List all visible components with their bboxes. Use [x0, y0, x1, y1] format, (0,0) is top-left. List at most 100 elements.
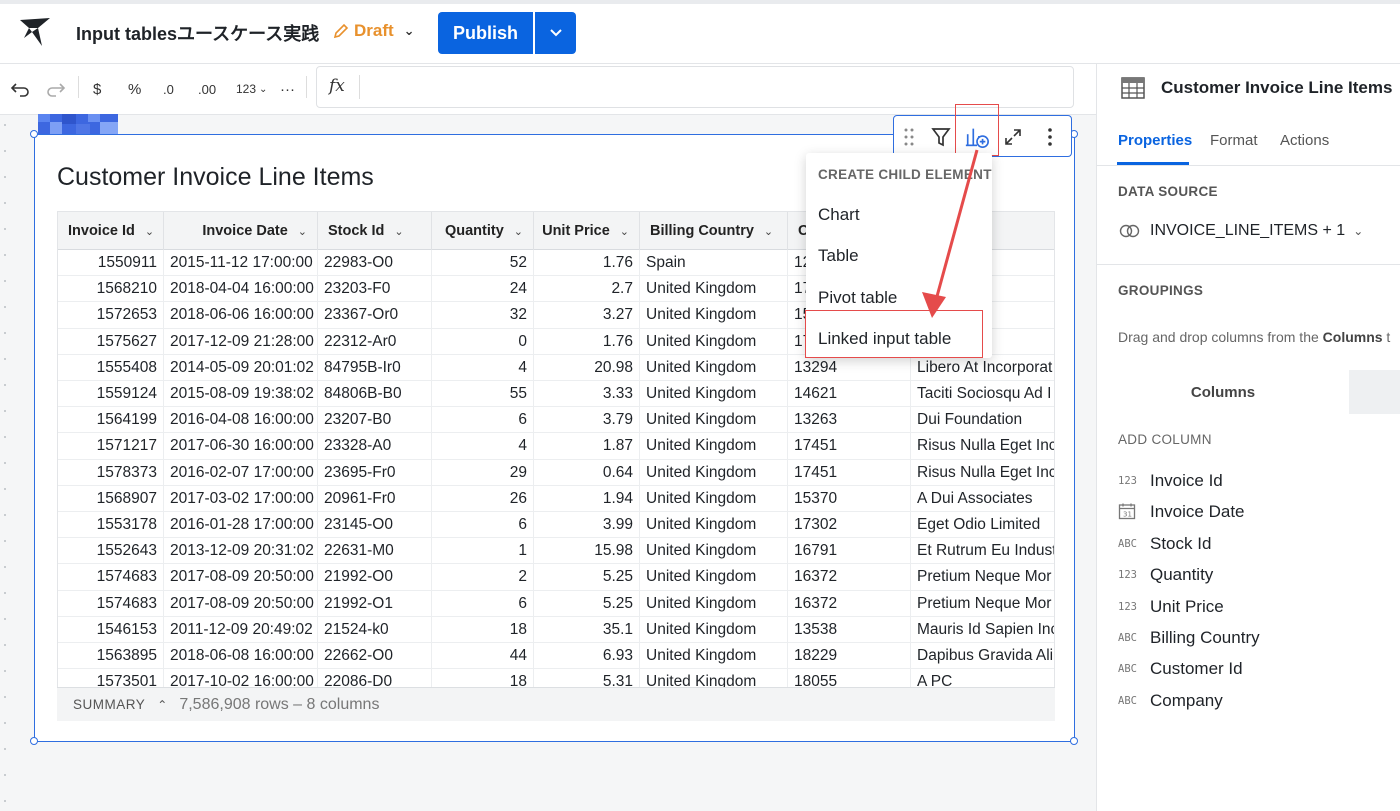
- table-cell[interactable]: 5.25: [534, 590, 640, 617]
- table-cell[interactable]: Eget Odio Limited: [911, 512, 1054, 538]
- table-cell[interactable]: 3.33: [534, 381, 640, 407]
- table-row[interactable]: 1559124 2015-08-09 19:38:02 84806B-B0 55 3.3…: [58, 381, 1054, 408]
- table-cell[interactable]: 2.7: [534, 276, 640, 303]
- table-cell[interactable]: United Kingdom: [640, 276, 788, 303]
- table-cell[interactable]: 2: [432, 564, 534, 591]
- column-header[interactable]: Unit Price ⌄: [534, 212, 640, 250]
- table-cell[interactable]: 1571217: [58, 433, 164, 460]
- table-cell[interactable]: 52: [432, 250, 534, 276]
- table-cell[interactable]: 2016-04-08 16:00:00: [164, 407, 318, 434]
- data-source-selector[interactable]: INVOICE_LINE_ITEMS + 1 ⌄: [1118, 222, 1363, 240]
- table-cell[interactable]: 1.76: [534, 328, 640, 355]
- table-cell[interactable]: 1568907: [58, 485, 164, 512]
- table-cell[interactable]: 1553178: [58, 512, 164, 538]
- resize-handle[interactable]: [30, 737, 38, 745]
- table-cell[interactable]: 1552643: [58, 538, 164, 565]
- table-cell[interactable]: 23207-B0: [318, 407, 432, 434]
- chevron-down-icon[interactable]: ⌄: [514, 225, 523, 238]
- table-cell[interactable]: 2017-06-30 16:00:00: [164, 433, 318, 460]
- resize-handle[interactable]: [30, 130, 38, 138]
- chevron-down-icon[interactable]: ⌄: [764, 225, 773, 238]
- table-cell[interactable]: Dapibus Gravida Ali: [911, 643, 1054, 669]
- table-cell[interactable]: United Kingdom: [640, 459, 788, 486]
- formula-bar[interactable]: fx: [316, 66, 1074, 108]
- drag-handle-icon[interactable]: [896, 124, 922, 150]
- column-header[interactable]: Stock Id ⌄: [318, 212, 432, 250]
- table-row[interactable]: 1578373 2016-02-07 17:00:00 23695-Fr0 29 0.6…: [58, 459, 1054, 486]
- column-header[interactable]: Billing Country ⌄: [640, 212, 788, 250]
- table-cell[interactable]: 21992-O1: [318, 590, 432, 617]
- chevron-down-icon[interactable]: ⌄: [145, 225, 154, 238]
- table-cell[interactable]: Mauris Id Sapien Inc: [911, 617, 1054, 643]
- table-cell[interactable]: 1555408: [58, 354, 164, 381]
- table-cell[interactable]: 17451: [788, 459, 911, 486]
- table-cell[interactable]: 3.79: [534, 407, 640, 434]
- column-list-item[interactable]: ABC Customer Id: [1118, 657, 1243, 681]
- table-cell[interactable]: 20.98: [534, 354, 640, 381]
- column-list-item[interactable]: 123 Quantity: [1118, 563, 1213, 587]
- resize-handle[interactable]: [1070, 737, 1078, 745]
- menu-item-chart[interactable]: Chart: [818, 205, 860, 225]
- table-cell[interactable]: United Kingdom: [640, 302, 788, 329]
- table-cell[interactable]: 4: [432, 433, 534, 460]
- table-cell[interactable]: 3.27: [534, 302, 640, 329]
- table-cell[interactable]: 16791: [788, 538, 911, 565]
- table-cell[interactable]: Pretium Neque Mor: [911, 564, 1054, 590]
- table-cell[interactable]: A Dui Associates: [911, 486, 1054, 512]
- workbook-title[interactable]: Input tablesユースケース実践: [76, 20, 319, 46]
- table-cell[interactable]: 23145-O0: [318, 512, 432, 538]
- decrease-decimals-button[interactable]: .0: [163, 78, 174, 100]
- column-header[interactable]: Invoice Date ⌄: [164, 212, 318, 250]
- table-cell[interactable]: 1559124: [58, 381, 164, 407]
- chevron-up-icon[interactable]: ⌃: [157, 698, 167, 712]
- table-cell[interactable]: 2018-06-08 16:00:00: [164, 643, 318, 669]
- undo-icon[interactable]: [10, 78, 30, 100]
- table-cell[interactable]: 21524-k0: [318, 616, 432, 643]
- menu-item-pivot-table[interactable]: Pivot table: [818, 288, 897, 308]
- table-cell[interactable]: United Kingdom: [640, 381, 788, 407]
- table-cell[interactable]: 6.93: [534, 643, 640, 669]
- chevron-down-icon[interactable]: ⌄: [620, 225, 629, 238]
- table-cell[interactable]: 24: [432, 276, 534, 303]
- column-list-item[interactable]: 123 Unit Price: [1118, 595, 1224, 619]
- table-cell[interactable]: 23328-A0: [318, 433, 432, 460]
- table-cell[interactable]: 23367-Or0: [318, 302, 432, 329]
- table-cell[interactable]: Risus Nulla Eget Inc: [911, 460, 1054, 486]
- table-cell[interactable]: 1578373: [58, 459, 164, 486]
- table-cell[interactable]: 15370: [788, 485, 911, 512]
- table-cell[interactable]: 22983-O0: [318, 250, 432, 276]
- table-cell[interactable]: United Kingdom: [640, 643, 788, 669]
- table-cell[interactable]: United Kingdom: [640, 433, 788, 460]
- table-cell[interactable]: 3.99: [534, 512, 640, 538]
- redo-icon[interactable]: [46, 78, 66, 100]
- table-cell[interactable]: 4: [432, 354, 534, 381]
- table-cell[interactable]: 14621: [788, 381, 911, 407]
- table-cell[interactable]: 6: [432, 590, 534, 617]
- table-cell[interactable]: United Kingdom: [640, 485, 788, 512]
- expand-icon[interactable]: [1000, 124, 1026, 150]
- increase-decimals-button[interactable]: .00: [198, 78, 216, 100]
- table-cell[interactable]: 1564199: [58, 407, 164, 434]
- table-cell[interactable]: United Kingdom: [640, 590, 788, 617]
- table-cell[interactable]: Pretium Neque Mor: [911, 591, 1054, 617]
- table-cell[interactable]: 1574683: [58, 590, 164, 617]
- table-cell[interactable]: 2015-08-09 19:38:02: [164, 381, 318, 407]
- tab-format[interactable]: Format: [1210, 132, 1258, 149]
- table-cell[interactable]: United Kingdom: [640, 328, 788, 355]
- table-row[interactable]: 1574683 2017-08-09 20:50:00 21992-O1 6 5.25 U…: [58, 590, 1054, 617]
- table-cell[interactable]: 17302: [788, 512, 911, 538]
- table-cell[interactable]: 2013-12-09 20:31:02: [164, 538, 318, 565]
- publish-options-button[interactable]: [535, 12, 576, 54]
- table-cell[interactable]: 2015-11-12 17:00:00: [164, 250, 318, 276]
- table-cell[interactable]: 1: [432, 538, 534, 565]
- tab-secondary[interactable]: [1349, 370, 1400, 414]
- table-cell[interactable]: 1572653: [58, 302, 164, 329]
- table-cell[interactable]: 1575627: [58, 328, 164, 355]
- table-cell[interactable]: 13263: [788, 407, 911, 434]
- table-cell[interactable]: Taciti Sociosqu Ad I: [911, 381, 1054, 407]
- table-cell[interactable]: 0.64: [534, 459, 640, 486]
- table-cell[interactable]: 21992-O0: [318, 564, 432, 591]
- table-cell[interactable]: 22312-Ar0: [318, 328, 432, 355]
- table-cell[interactable]: 32: [432, 302, 534, 329]
- table-cell[interactable]: 2016-01-28 17:00:00: [164, 512, 318, 538]
